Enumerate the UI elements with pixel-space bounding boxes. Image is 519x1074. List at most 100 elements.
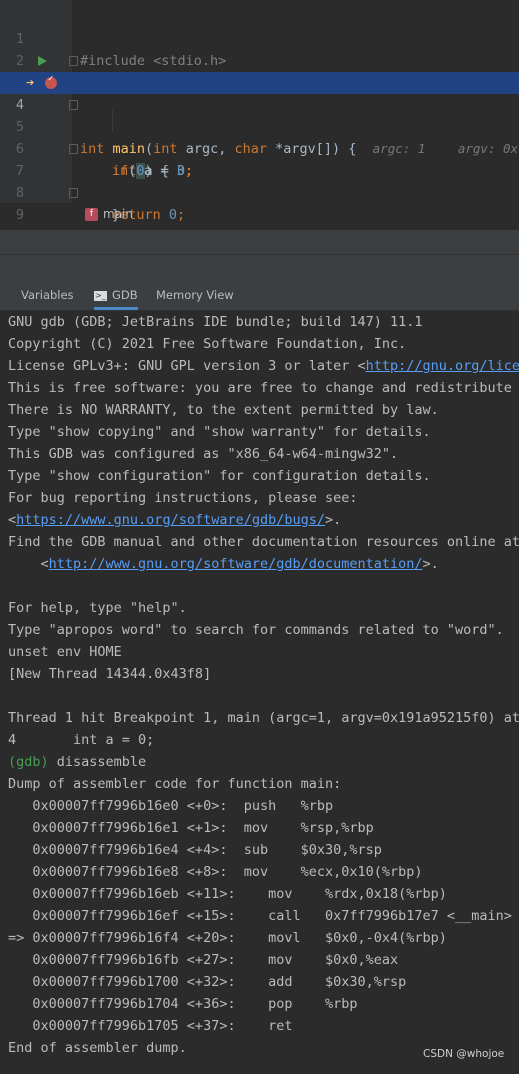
console-text: 0x00007ff7996b16eb <+11>: mov %rdx,0x18(…	[8, 886, 447, 902]
breadcrumb[interactable]: f main	[85, 206, 133, 223]
console-line: Find the GDB manual and other documentat…	[8, 531, 519, 553]
console-text: End of assembler dump.	[8, 1040, 187, 1056]
console-text: >.	[325, 512, 342, 528]
console-text: 0x00007ff7996b16e0 <+0>: push %rbp	[8, 798, 334, 814]
run-gutter-icon[interactable]	[38, 56, 47, 66]
console-text: <	[8, 556, 49, 572]
line-number: 9	[15, 207, 24, 223]
console-text: Find the GDB manual and other documentat…	[8, 534, 519, 550]
console-text: => 0x00007ff7996b16f4 <+20>: movl $0x0,-…	[8, 930, 447, 946]
console-line: 0x00007ff7996b16e4 <+4>: sub $0x30,%rsp	[8, 839, 382, 861]
console-line: 0x00007ff7996b16e1 <+1>: mov %rsp,%rbp	[8, 817, 374, 839]
console-text: Copyright (C) 2021 Free Software Foundat…	[8, 336, 407, 352]
debug-tabs: Variables >_ GDB Memory View	[0, 280, 519, 311]
code-line-2[interactable]: 2	[0, 28, 519, 69]
console-text: >.	[422, 556, 439, 572]
console-text: <	[8, 512, 17, 528]
console-line: Type "apropos word" to search for comman…	[8, 619, 504, 641]
fold-icon[interactable]	[69, 188, 78, 198]
console-text: 0x00007ff7996b16e8 <+8>: mov %ecx,0x10(%…	[8, 864, 423, 880]
fold-icon[interactable]	[69, 144, 78, 154]
code-line-5[interactable]: 5 if(0) {	[0, 94, 519, 179]
console-line: Type "show configuration" for configurat…	[8, 465, 431, 487]
console-line: <http://www.gnu.org/software/gdb/documen…	[8, 553, 439, 575]
console-line: 0x00007ff7996b16ef <+15>: call 0x7ff7996…	[8, 905, 512, 927]
console-text: disassemble	[48, 754, 147, 770]
watermark: CSDN @whojoe	[423, 1048, 505, 1060]
console-link[interactable]: http://gnu.org/licen	[366, 358, 519, 374]
console-text: This is free software: you are free to c…	[8, 380, 519, 396]
console-line: Copyright (C) 2021 Free Software Foundat…	[8, 333, 406, 355]
fold-icon[interactable]	[69, 100, 78, 110]
console-line: For bug reporting instructions, please s…	[8, 487, 358, 509]
console-line: <https://www.gnu.org/software/gdb/bugs/>…	[8, 509, 341, 531]
function-icon: f	[85, 208, 98, 221]
console-link[interactable]: https://www.gnu.org/software/gdb/bugs/	[16, 512, 325, 528]
console-line: 0x00007ff7996b16eb <+11>: mov %rdx,0x18(…	[8, 883, 447, 905]
breadcrumb-label: main	[103, 207, 133, 221]
console-text: Thread 1 hit Breakpoint 1, main (argc=1,…	[8, 710, 519, 726]
panel-splitter[interactable]	[0, 229, 519, 255]
console-text: 0x00007ff7996b1700 <+32>: add $0x30,%rsp	[8, 974, 407, 990]
console-text: [New Thread 14344.0x43f8]	[8, 666, 212, 682]
code-editor[interactable]: 1 #include <stdio.h> 2 3 int main(int ar…	[0, 0, 519, 229]
console-line: Type "show copying" and "show warranty" …	[8, 421, 431, 443]
console-text: 0x00007ff7996b16e4 <+4>: sub $0x30,%rsp	[8, 842, 382, 858]
console-text: 0x00007ff7996b1705 <+37>: ret	[8, 1018, 293, 1034]
debug-toolbar	[0, 254, 519, 281]
console-line: unset env HOME	[8, 641, 122, 663]
console-text: For bug reporting instructions, please s…	[8, 490, 358, 506]
console-line: 0x00007ff7996b1704 <+36>: pop %rbp	[8, 993, 358, 1015]
tab-memory-view[interactable]: Memory View	[156, 280, 234, 310]
console-text: Type "show configuration" for configurat…	[8, 468, 431, 484]
console-text: Type "apropos word" to search for comman…	[8, 622, 504, 638]
fold-icon[interactable]	[69, 56, 78, 66]
console-line: End of assembler dump.	[8, 1037, 187, 1059]
console-line: 0x00007ff7996b1705 <+37>: ret	[8, 1015, 292, 1037]
code-line-6[interactable]: 6 a = 3;	[0, 116, 519, 179]
console-icon: >_	[94, 290, 107, 301]
console-text: License GPLv3+: GNU GPL version 3 or lat…	[8, 358, 366, 374]
console-line: GNU gdb (GDB; JetBrains IDE bundle; buil…	[8, 311, 423, 333]
console-text: GNU gdb (GDB; JetBrains IDE bundle; buil…	[8, 314, 423, 330]
console-text: For help, type "help".	[8, 600, 187, 616]
console-text: Dump of assembler code for function main…	[8, 776, 342, 792]
console-line: 0x00007ff7996b16e0 <+0>: push %rbp	[8, 795, 333, 817]
console-line: 0x00007ff7996b1700 <+32>: add $0x30,%rsp	[8, 971, 406, 993]
console-text: unset env HOME	[8, 644, 122, 660]
console-text: Type "show copying" and "show warranty" …	[8, 424, 431, 440]
code-line-1[interactable]: 1 #include <stdio.h>	[0, 6, 519, 69]
gdb-prompt: (gdb)	[8, 754, 49, 770]
console-text: 0x00007ff7996b16ef <+15>: call 0x7ff7996…	[8, 908, 512, 924]
console-text: 0x00007ff7996b16e1 <+1>: mov %rsp,%rbp	[8, 820, 374, 836]
console-line: Dump of assembler code for function main…	[8, 773, 341, 795]
console-line: 4 int a = 0;	[8, 729, 154, 751]
breakpoint-icon[interactable]: ✓	[45, 74, 57, 89]
console-text: 0x00007ff7996b16fb <+27>: mov $0x0,%eax	[8, 952, 399, 968]
console-line: This GDB was configured as "x86_64-w64-m…	[8, 443, 398, 465]
console-line: (gdb) disassemble	[8, 751, 146, 773]
execution-point-arrow-icon: ➔	[26, 75, 35, 91]
console-line: This is free software: you are free to c…	[8, 377, 519, 399]
tab-gdb[interactable]: >_ GDB	[94, 280, 138, 310]
console-line: => 0x00007ff7996b16f4 <+20>: movl $0x0,-…	[8, 927, 447, 949]
code-line-4-current[interactable]: 4 ➔ ✓ int a = 0;	[0, 72, 519, 179]
console-line: License GPLv3+: GNU GPL version 3 or lat…	[8, 355, 519, 377]
console-line: For help, type "help".	[8, 597, 187, 619]
console-text: 4 int a = 0;	[8, 732, 155, 748]
console-line: Thread 1 hit Breakpoint 1, main (argc=1,…	[8, 707, 519, 729]
console-text: 0x00007ff7996b1704 <+36>: pop %rbp	[8, 996, 358, 1012]
tab-variables[interactable]: Variables	[21, 280, 74, 310]
tab-gdb-label: GDB	[112, 288, 138, 302]
code-line-9[interactable]: 9 }	[0, 182, 519, 223]
code-line-8[interactable]: 8 return 0;	[0, 160, 519, 223]
code-line-7[interactable]: 7 }	[0, 138, 519, 223]
console-line: There is NO WARRANTY, to the extent perm…	[8, 399, 439, 421]
console-line: 0x00007ff7996b16fb <+27>: mov $0x0,%eax	[8, 949, 398, 971]
console-text: There is NO WARRANTY, to the extent perm…	[8, 402, 439, 418]
console-text: This GDB was configured as "x86_64-w64-m…	[8, 446, 399, 462]
gdb-console[interactable]: GNU gdb (GDB; JetBrains IDE bundle; buil…	[0, 311, 519, 1074]
console-link[interactable]: http://www.gnu.org/software/gdb/document…	[49, 556, 423, 572]
console-line: 0x00007ff7996b16e8 <+8>: mov %ecx,0x10(%…	[8, 861, 423, 883]
code-line-3[interactable]: 3 int main(int argc, char *argv[]) { arg…	[0, 50, 519, 157]
